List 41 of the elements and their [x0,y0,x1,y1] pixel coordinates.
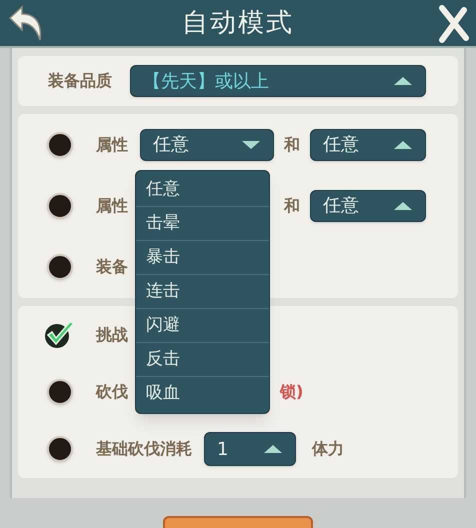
option-label: 挑战 [96,324,129,346]
caret-up-icon [393,140,413,150]
dropdown-option[interactable]: 连击 [136,275,269,309]
close-icon[interactable] [436,4,470,44]
radio-button[interactable] [47,192,73,219]
select-value: 【先天】或以上 [143,70,269,94]
dropdown-select[interactable]: 任意 [310,128,426,161]
option-label: 基础砍伐消耗 [96,438,192,460]
radio-button[interactable] [47,378,73,405]
field-label: 装备品质 [48,70,112,92]
dropdown-option[interactable]: 任意 [136,173,269,207]
joiner-label: 和 [282,134,301,156]
select-value: 1 [217,438,228,462]
dropdown-select[interactable]: 任意 [140,128,274,161]
dropdown-select[interactable]: 任意 [310,190,426,222]
select-value: 任意 [323,133,359,158]
dropdown-option[interactable]: 闪避 [136,309,269,343]
caret-up-icon [393,200,413,211]
option-label: 砍伐 [96,380,129,403]
caret-down-icon [241,140,261,150]
dropdown-option[interactable]: 反击 [136,343,269,377]
dropdown-option[interactable]: 吸血 [136,377,269,411]
select-value: 任意 [153,133,189,158]
caret-up-icon [393,76,413,86]
dropdown-select[interactable]: 1 [204,432,296,466]
window-title: 自动模式 [182,6,294,40]
option-label: 属性 [96,194,129,217]
select-value: 任意 [323,194,359,218]
unit-label: 体力 [312,438,344,460]
option-label: 属性 [96,134,129,156]
dropdown-option[interactable]: 暴击 [136,241,269,275]
radio-button[interactable] [47,436,73,462]
option-label: 装备 [96,256,129,278]
dropdown-option[interactable]: 击晕 [136,207,269,241]
locked-note: 锁) [280,380,304,403]
radio-button[interactable] [47,132,73,158]
dropdown-select[interactable]: 【先天】或以上 [130,65,426,97]
radio-button[interactable] [47,254,73,280]
checkmark-icon[interactable] [43,320,77,350]
caret-up-icon [263,444,283,454]
joiner-label: 和 [282,194,301,217]
